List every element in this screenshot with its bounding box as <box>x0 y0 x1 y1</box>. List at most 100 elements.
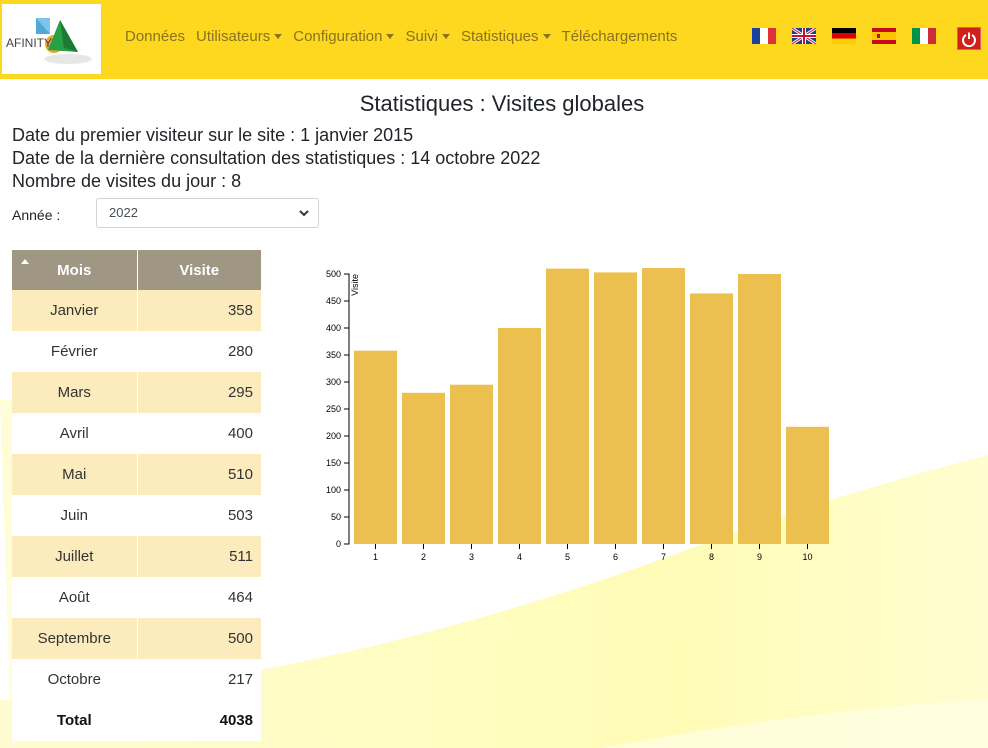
y-tick-label: 300 <box>326 377 341 387</box>
visits-cell: 500 <box>137 618 261 659</box>
visits-cell: 511 <box>137 536 261 577</box>
month-cell: Avril <box>12 413 138 454</box>
table-row: Octobre 217 <box>12 659 261 700</box>
visits-table: Mois Visite Janvier 358 Février 280 Mars 295 A… <box>12 250 261 741</box>
month-cell: Septembre <box>12 618 138 659</box>
table-row: Juin 503 <box>12 495 261 536</box>
last-consult-date: Date de la dernière consultation des sta… <box>12 148 541 168</box>
nav-donnees[interactable]: Données <box>125 28 185 45</box>
de-flag-icon[interactable] <box>832 28 856 44</box>
caret-down-icon <box>441 34 450 39</box>
year-select-value: 2022 <box>109 205 138 220</box>
visits-cell: 503 <box>137 495 261 536</box>
nav-telechargements[interactable]: Téléchargements <box>562 28 678 45</box>
visits-cell: 217 <box>137 659 261 700</box>
today-visits: Nombre de visites du jour : 8 <box>12 171 242 191</box>
visits-cell: 510 <box>137 454 261 495</box>
table-row: Mai 510 <box>12 454 261 495</box>
month-cell: Août <box>12 577 138 618</box>
table-row: Août 464 <box>12 577 261 618</box>
navbar: AFINITY Données Utilisateurs Configurati… <box>0 0 988 79</box>
month-cell: Juillet <box>12 536 138 577</box>
y-tick-label: 50 <box>331 512 341 522</box>
bar <box>450 384 493 544</box>
x-tick-label: 3 <box>469 552 474 562</box>
total-row: Total 4038 <box>12 700 261 741</box>
visits-cell: 280 <box>137 331 261 372</box>
nav-configuration[interactable]: Configuration <box>293 28 395 45</box>
y-tick-label: 0 <box>336 539 341 549</box>
nav-label: Configuration <box>293 28 383 45</box>
column-header-mois[interactable]: Mois <box>12 250 138 290</box>
sort-asc-icon <box>21 259 29 264</box>
month-cell: Octobre <box>12 659 138 700</box>
header-label: Mois <box>57 261 92 279</box>
language-flags <box>752 28 952 44</box>
page-title: Statistiques : Visites globales <box>359 91 645 116</box>
x-tick-label: 6 <box>613 552 618 562</box>
y-tick-label: 500 <box>326 269 341 279</box>
table-row: Mars 295 <box>12 372 261 413</box>
caret-down-icon <box>386 34 395 39</box>
y-tick-label: 450 <box>326 296 341 306</box>
visits-cell: 464 <box>137 577 261 618</box>
y-tick-label: 100 <box>326 485 341 495</box>
table-row: Janvier 358 <box>12 290 261 331</box>
year-select[interactable]: 2022 <box>96 198 319 228</box>
column-header-visite[interactable]: Visite <box>137 250 261 290</box>
table-row: Avril 400 <box>12 413 261 454</box>
caret-down-icon <box>274 34 283 39</box>
y-tick-label: 400 <box>326 323 341 333</box>
table-row: Juillet 511 <box>12 536 261 577</box>
nav-label: Utilisateurs <box>196 28 271 45</box>
logo-text: AFINITY <box>6 36 53 50</box>
stats-summary: Date du premier visiteur sur le site : 1… <box>12 124 540 193</box>
x-tick-label: 7 <box>661 552 666 562</box>
visits-cell: 358 <box>137 290 261 331</box>
es-flag-icon[interactable] <box>872 28 896 44</box>
month-cell: Juin <box>12 495 138 536</box>
bar <box>642 268 685 544</box>
x-tick-label: 2 <box>421 552 426 562</box>
y-tick-label: 200 <box>326 431 341 441</box>
nav-label: Téléchargements <box>561 28 678 45</box>
gb-flag-icon[interactable] <box>792 28 816 44</box>
logout-button[interactable] <box>957 27 981 50</box>
bar <box>690 293 733 544</box>
total-value: 4038 <box>137 700 261 741</box>
nav-label: Statistiques <box>460 28 539 45</box>
x-tick-label: 10 <box>802 552 812 562</box>
x-tick-label: 5 <box>565 552 570 562</box>
x-tick-label: 1 <box>373 552 378 562</box>
nav-utilisateurs[interactable]: Utilisateurs <box>196 28 283 45</box>
nav-statistiques[interactable]: Statistiques <box>461 28 551 45</box>
first-visit-date: Date du premier visiteur sur le site : 1… <box>12 125 414 145</box>
x-tick-label: 4 <box>517 552 522 562</box>
bar <box>402 392 445 544</box>
month-cell: Mars <box>12 372 138 413</box>
bar <box>546 268 589 544</box>
month-cell: Mai <box>12 454 138 495</box>
nav-label: Suivi <box>405 28 438 45</box>
x-tick-label: 9 <box>757 552 762 562</box>
fr-flag-icon[interactable] <box>752 28 776 44</box>
nav-suivi[interactable]: Suivi <box>405 28 450 45</box>
nav-label: Données <box>125 28 186 45</box>
bar <box>498 328 541 544</box>
chevron-down-icon <box>299 210 309 217</box>
visits-cell: 295 <box>137 372 261 413</box>
table-row: Septembre 500 <box>12 618 261 659</box>
month-cell: Janvier <box>12 290 138 331</box>
logo[interactable]: AFINITY <box>2 4 101 74</box>
table-row: Février 280 <box>12 331 261 372</box>
bar <box>354 350 397 544</box>
header-label: Visite <box>179 261 220 279</box>
main-nav: Données Utilisateurs Configuration Suivi… <box>125 28 688 45</box>
month-cell: Février <box>12 331 138 372</box>
x-tick-label: 8 <box>709 552 714 562</box>
y-axis-label: Visite <box>350 274 360 296</box>
it-flag-icon[interactable] <box>912 28 936 44</box>
y-tick-label: 250 <box>326 404 341 414</box>
year-label: Année : <box>12 207 61 223</box>
y-tick-label: 150 <box>326 458 341 468</box>
